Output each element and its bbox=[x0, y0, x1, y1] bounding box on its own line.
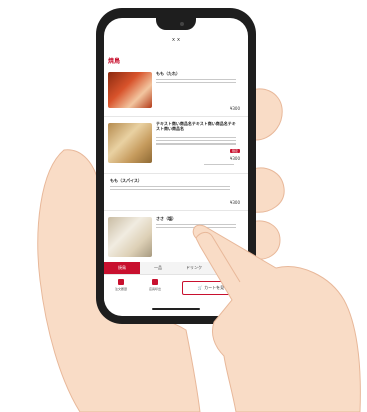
illustration: ｘｘ 焼鳥 もも（たれ） ¥300 テキスト商い商品名テキスト商い商品名テキスト… bbox=[0, 0, 367, 412]
tapping-hand bbox=[192, 224, 361, 412]
